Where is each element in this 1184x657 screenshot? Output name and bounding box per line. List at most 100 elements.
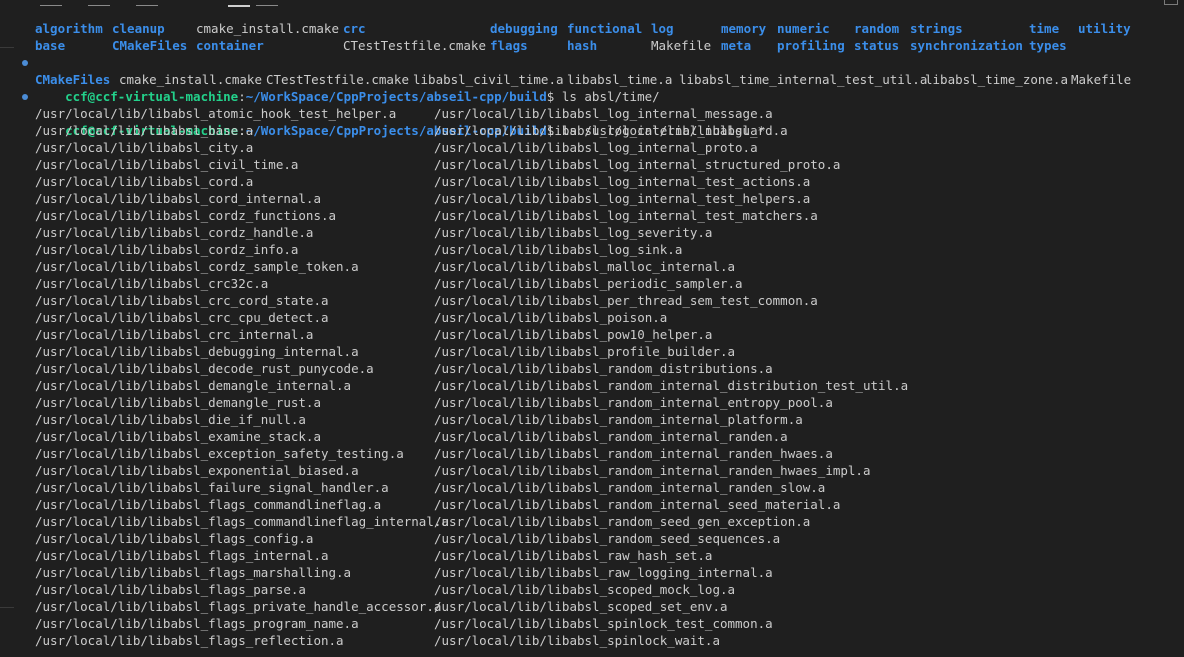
directory-entry: functional — [567, 21, 643, 36]
list-item: /usr/local/lib/libabsl_city.a/usr/local/… — [35, 139, 1175, 156]
library-file-left: /usr/local/lib/libabsl_exponential_biase… — [35, 463, 359, 478]
library-file-left: /usr/local/lib/libabsl_cordz_handle.a — [35, 225, 314, 240]
panel-tab[interactable] — [40, 0, 62, 6]
terminal-gutter — [0, 7, 16, 657]
library-file-left: /usr/local/lib/libabsl_cord.a — [35, 174, 254, 189]
list-item: /usr/local/lib/libabsl_decode_rust_punyc… — [35, 360, 1175, 377]
close-icon[interactable] — [1164, 0, 1178, 5]
library-file-left: /usr/local/lib/libabsl_civil_time.a — [35, 157, 299, 172]
list-item: /usr/local/lib/libabsl_flags_parse.a/usr… — [35, 581, 1175, 598]
list-item: /usr/local/lib/libabsl_crc32c.a/usr/loca… — [35, 275, 1175, 292]
library-file-right: /usr/local/lib/libabsl_log_internal_mess… — [434, 106, 773, 121]
directory-entry: log — [651, 21, 674, 36]
library-file-left: /usr/local/lib/libabsl_cordz_info.a — [35, 242, 299, 257]
terminal-output[interactable]: algorithm cleanup cmake_install.cmake crc de… — [22, 20, 1175, 649]
library-file-right: /usr/local/lib/libabsl_spinlock_wait.a — [434, 633, 720, 648]
library-file-right: /usr/local/lib/libabsl_raw_hash_set.a — [434, 548, 713, 563]
list-item: /usr/local/lib/libabsl_failure_signal_ha… — [35, 479, 1175, 496]
file-entry: Makefile — [1071, 72, 1132, 87]
gutter-divider — [0, 47, 14, 48]
list-item: /usr/local/lib/libabsl_crc_cpu_detect.a /… — [35, 309, 1175, 326]
file-entry: libabsl_time_internal_test_util.a — [679, 72, 928, 87]
library-file-right: /usr/local/lib/libabsl_poison.a — [434, 310, 668, 325]
library-file-left: /usr/local/lib/libabsl_city.a — [35, 140, 254, 155]
library-file-right: /usr/local/lib/libabsl_log_internal_prot… — [434, 140, 758, 155]
directory-entry: utility — [1078, 21, 1131, 36]
library-file-left: /usr/local/lib/libabsl_flags_config.a — [35, 531, 314, 546]
directory-entry: crc — [343, 21, 366, 36]
library-file-left: /usr/local/lib/libabsl_crc_cpu_detect.a — [35, 310, 329, 325]
list-item: /usr/local/lib/libabsl_cord_internal.a/u… — [35, 190, 1175, 207]
directory-entry: algorithm — [35, 21, 103, 36]
list-item: /usr/local/lib/libabsl_exception_safety_… — [35, 445, 1175, 462]
library-file-right: /usr/local/lib/libabsl_raw_logging_inter… — [434, 565, 773, 580]
list-item: /usr/local/lib/libabsl_civil_time.a/usr/… — [35, 156, 1175, 173]
library-file-right: /usr/local/lib/libabsl_random_seed_seque… — [434, 531, 781, 546]
panel-tab[interactable] — [136, 0, 158, 6]
library-file-right: /usr/local/lib/libabsl_log_sink.a — [434, 242, 683, 257]
library-file-right: /usr/local/lib/libabsl_per_thread_sem_te… — [434, 293, 818, 308]
library-file-left: /usr/local/lib/libabsl_flags_internal.a — [35, 548, 329, 563]
directory-entry: memory — [721, 21, 767, 36]
library-file-right: /usr/local/lib/libabsl_log_internal_test… — [434, 191, 811, 206]
library-file-left: /usr/local/lib/libabsl_die_if_null.a — [35, 412, 306, 427]
status-strip — [0, 653, 1184, 657]
library-file-right: /usr/local/lib/libabsl_log_internal_test… — [434, 208, 818, 223]
library-file-right: /usr/local/lib/libabsl_scoped_set_env.a — [434, 599, 728, 614]
list-item: /usr/local/lib/libabsl_cord.a/usr/local/… — [35, 173, 1175, 190]
list-item: /usr/local/lib/libabsl_base.a/usr/local/… — [35, 122, 1175, 139]
library-file-right: /usr/local/lib/libabsl_log_internal_test… — [434, 174, 811, 189]
list-item: /usr/local/lib/libabsl_flags_commandline… — [35, 513, 1175, 530]
list-item: /usr/local/lib/libabsl_demangle_rust.a/u… — [35, 394, 1175, 411]
library-file-left: /usr/local/lib/libabsl_crc_internal.a — [35, 327, 314, 342]
library-file-right: /usr/local/lib/libabsl_random_internal_e… — [434, 395, 833, 410]
list-item: /usr/local/lib/libabsl_debugging_interna… — [35, 343, 1175, 360]
directory-entry: types — [1029, 38, 1067, 53]
directory-entry: cleanup — [112, 21, 165, 36]
library-file-left: /usr/local/lib/libabsl_flags_program_nam… — [35, 616, 359, 631]
library-file-right: /usr/local/lib/libabsl_random_internal_d… — [434, 378, 909, 393]
panel-tab[interactable] — [88, 0, 110, 6]
list-item: /usr/local/lib/libabsl_flags_commandline… — [35, 496, 1175, 513]
library-file-right: /usr/local/lib/libabsl_random_internal_r… — [434, 480, 826, 495]
directory-entry: numeric — [777, 21, 830, 36]
file-entry: CTestTestfile.cmake — [343, 38, 486, 53]
library-file-left: /usr/local/lib/libabsl_exception_safety_… — [35, 446, 404, 461]
panel-tab-active[interactable] — [228, 0, 250, 7]
file-entry: CTestTestfile.cmake — [266, 72, 409, 87]
directory-entry: flags — [490, 38, 528, 53]
list-item: /usr/local/lib/libabsl_cordz_info.a/usr/… — [35, 241, 1175, 258]
library-file-right: /usr/local/lib/libabsl_random_internal_r… — [434, 429, 788, 444]
library-file-left: /usr/local/lib/libabsl_cordz_sample_toke… — [35, 259, 359, 274]
ls-output-row: algorithm cleanup cmake_install.cmake crc de… — [35, 20, 1175, 37]
library-file-left: /usr/local/lib/libabsl_examine_stack.a — [35, 429, 321, 444]
list-item: /usr/local/lib/libabsl_die_if_null.a/usr… — [35, 411, 1175, 428]
list-item: /usr/local/lib/libabsl_flags_internal.a /… — [35, 547, 1175, 564]
list-item: /usr/local/lib/libabsl_flags_reflection.… — [35, 632, 1175, 649]
directory-entry: random — [854, 21, 900, 36]
list-item: /usr/local/lib/libabsl_flags_program_nam… — [35, 615, 1175, 632]
prompt-line: ccf@ccf-virtual-machine:~/WorkSpace/CppP… — [22, 88, 1175, 138]
library-file-left: /usr/local/lib/libabsl_debugging_interna… — [35, 344, 359, 359]
library-file-left: /usr/local/lib/libabsl_crc32c.a — [35, 276, 269, 291]
library-file-right: /usr/local/lib/libabsl_random_internal_s… — [434, 497, 841, 512]
list-item: /usr/local/lib/libabsl_cordz_sample_toke… — [35, 258, 1175, 275]
circle-dot-icon — [22, 94, 28, 100]
library-file-left: /usr/local/lib/libabsl_crc_cord_state.a — [35, 293, 329, 308]
panel-tab[interactable] — [256, 0, 278, 6]
directory-entry: debugging — [490, 21, 558, 36]
library-file-right: /usr/local/lib/libabsl_periodic_sampler.… — [434, 276, 743, 291]
directory-entry: base — [35, 38, 66, 53]
ls-output-row: CMakeFiles cmake_install.cmake CTestTestfi… — [35, 71, 1175, 88]
file-entry: cmake_install.cmake — [119, 72, 262, 87]
prompt-line: ccf@ccf-virtual-machine:~/WorkSpace/CppP… — [22, 54, 1175, 104]
library-file-left: /usr/local/lib/libabsl_base.a — [35, 123, 254, 138]
library-file-right: /usr/local/lib/libabsl_log_internal_stru… — [434, 157, 841, 172]
list-item: /usr/local/lib/libabsl_flags_private_han… — [35, 598, 1175, 615]
directory-entry: CMakeFiles — [35, 72, 111, 87]
library-file-right: /usr/local/lib/libabsl_pow10_helper.a — [434, 327, 713, 342]
ls-output-row: base CMakeFiles container CTestTestfile.cma… — [35, 37, 1175, 54]
library-file-right: /usr/local/lib/libabsl_malloc_internal.a — [434, 259, 736, 274]
file-entry: Makefile — [651, 38, 712, 53]
list-item: /usr/local/lib/libabsl_flags_marshalling… — [35, 564, 1175, 581]
